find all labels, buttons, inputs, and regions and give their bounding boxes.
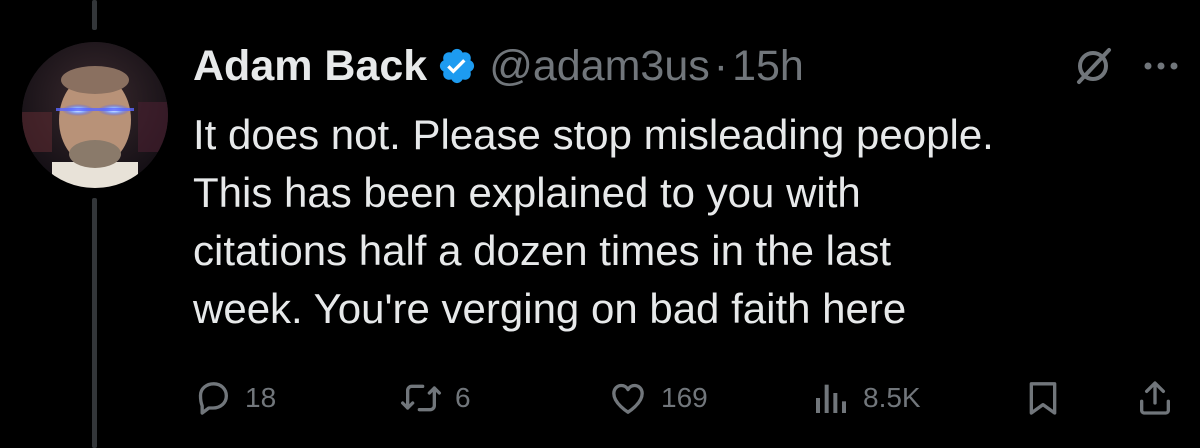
tweet-text-line: week. You're verging on bad faith here <box>193 285 907 332</box>
thread-line-top <box>92 0 97 30</box>
reply-button[interactable]: 18 <box>193 376 276 420</box>
reply-icon <box>198 382 228 415</box>
views-button[interactable]: 8.5K <box>811 376 921 420</box>
heart-icon <box>612 383 644 414</box>
tweet-content: Adam Back @adam3us · 15h It does not. Pl… <box>193 30 1183 338</box>
handle[interactable]: @adam3us <box>489 30 710 102</box>
repost-icon <box>400 384 441 412</box>
repost-button[interactable]: 6 <box>399 376 471 420</box>
views-count: 8.5K <box>863 382 921 413</box>
avatar[interactable] <box>22 42 168 188</box>
repost-count: 6 <box>455 382 471 413</box>
avatar-image <box>22 42 168 188</box>
verified-badge-icon <box>440 48 475 84</box>
timestamp[interactable]: 15h <box>732 30 804 102</box>
tweet-text-line: It does not. Please stop misleading peop… <box>193 111 994 158</box>
tweet-text-line: citations half a dozen times in the last <box>193 227 892 274</box>
tweet-text: It does not. Please stop misleading peop… <box>193 106 1153 338</box>
bookmark-button[interactable] <box>1023 376 1063 420</box>
separator-dot: · <box>713 42 729 90</box>
like-button[interactable]: 169 <box>607 376 708 420</box>
bookmark-icon <box>1029 382 1057 415</box>
tweet-header: Adam Back @adam3us · 15h <box>193 30 1183 102</box>
tweet-actions: 18 6 169 8.5K <box>193 376 1173 420</box>
tweet-text-line: This has been explained to you with <box>193 169 861 216</box>
no-sign-icon[interactable] <box>1071 44 1115 88</box>
thread-line-bottom <box>92 198 97 448</box>
header-actions <box>1071 44 1183 88</box>
share-button[interactable] <box>1135 376 1175 420</box>
like-count: 169 <box>661 382 708 413</box>
views-bar-chart-icon <box>816 384 846 413</box>
share-icon <box>1140 381 1170 415</box>
reply-count: 18 <box>245 382 277 413</box>
display-name[interactable]: Adam Back <box>193 30 427 102</box>
more-dots-icon[interactable] <box>1139 44 1183 88</box>
